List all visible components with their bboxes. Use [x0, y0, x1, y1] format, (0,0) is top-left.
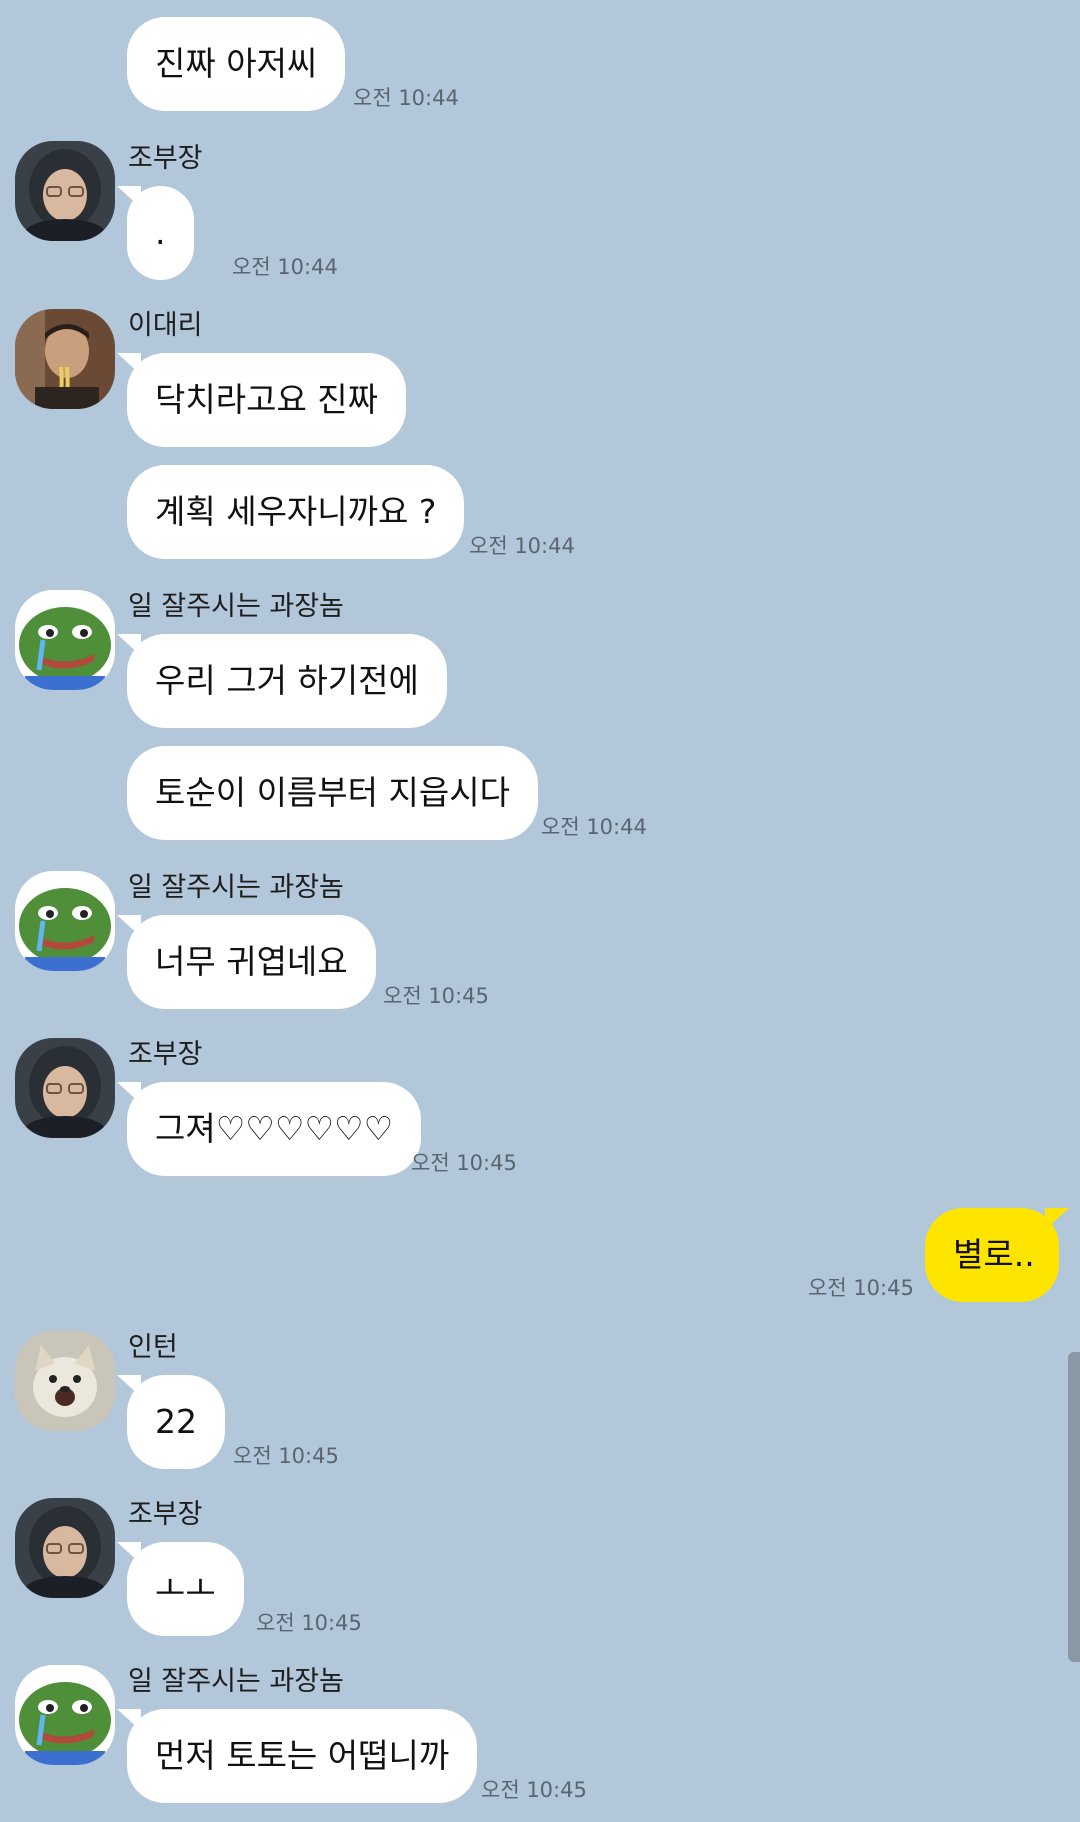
message-time: 오전 10:45	[808, 1276, 914, 1300]
sender-name: 일 잘주시는 과장놈	[128, 872, 344, 903]
sender-name: 조부장	[128, 1499, 203, 1530]
message-bubble[interactable]: 22	[117, 1375, 225, 1469]
sender-name: 일 잘주시는 과장놈	[128, 1666, 344, 1697]
avatar-gwajang[interactable]	[15, 871, 115, 971]
message-time: 오전 10:45	[256, 1611, 362, 1635]
message-bubble[interactable]: 닥치라고요 진짜	[116, 353, 407, 447]
avatar-jo-bujang[interactable]	[15, 141, 115, 241]
avatar-jo-bujang[interactable]	[15, 1498, 115, 1598]
message-bubble[interactable]: 우리 그거 하기전에	[117, 634, 447, 728]
my-message-bubble[interactable]: 별로..	[925, 1208, 1069, 1302]
avatar-intern[interactable]	[15, 1331, 115, 1431]
sender-name: 이대리	[128, 310, 203, 341]
message-time: 오전 10:45	[411, 1151, 517, 1175]
message-bubble[interactable]: 너무 귀엽네요	[117, 915, 376, 1009]
sender-name: 조부장	[128, 1039, 203, 1070]
message-time: 오전 10:44	[469, 534, 575, 558]
message-bubble[interactable]: .	[117, 186, 194, 280]
sender-name: 일 잘주시는 과장놈	[128, 591, 344, 622]
scrollbar[interactable]	[1068, 1352, 1080, 1662]
message-time: 오전 10:44	[353, 86, 459, 110]
sender-name: 인턴	[128, 1332, 178, 1363]
message-time: 오전 10:45	[233, 1444, 339, 1468]
message-time: 오전 10:45	[481, 1778, 587, 1802]
message-time: 오전 10:45	[383, 984, 489, 1008]
message-bubble[interactable]: 계획 세우자니까요 ?	[127, 465, 465, 559]
message-bubble[interactable]: 진짜 아저씨	[127, 17, 346, 111]
avatar-gwajang[interactable]	[15, 590, 115, 690]
avatar-gwajang[interactable]	[15, 1665, 115, 1765]
message-bubble[interactable]: ㅗㅗ	[117, 1542, 244, 1636]
sender-name: 조부장	[128, 143, 203, 174]
message-bubble[interactable]: 토순이 이름부터 지읍시다	[127, 746, 538, 840]
message-time: 오전 10:44	[232, 255, 338, 279]
avatar-lee-daeri[interactable]	[15, 309, 115, 409]
message-bubble[interactable]: 그져♡♡♡♡♡♡	[116, 1082, 422, 1176]
avatar-jo-bujang[interactable]	[15, 1038, 115, 1138]
message-bubble[interactable]: 먼저 토토는 어떱니까	[116, 1709, 478, 1803]
message-time: 오전 10:44	[541, 815, 647, 839]
